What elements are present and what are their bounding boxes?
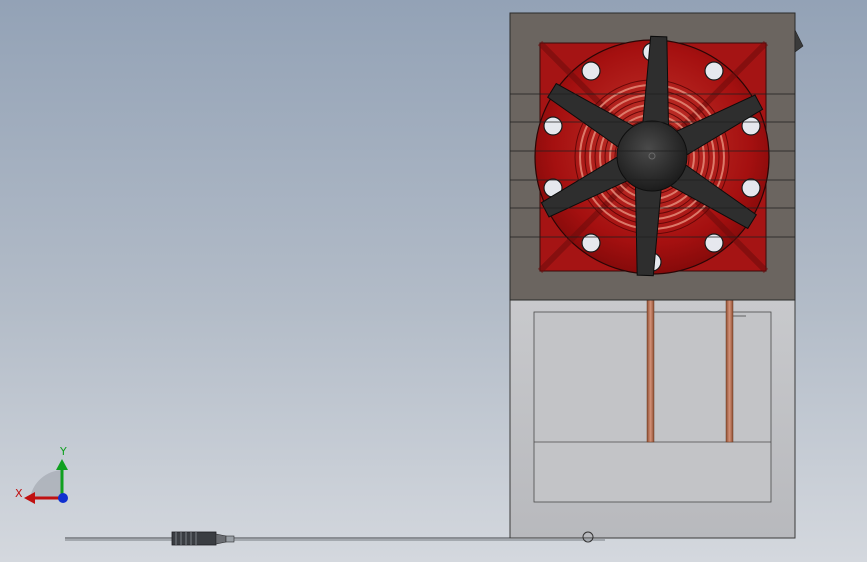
x-axis-label: X <box>15 487 23 500</box>
x-axis-arrow <box>24 492 35 504</box>
cad-viewport[interactable]: Y X <box>0 0 867 562</box>
z-axis-dot <box>58 493 68 503</box>
y-axis-arrow <box>56 459 68 470</box>
y-axis-label: Y <box>59 445 67 458</box>
cable-connector <box>171 531 235 546</box>
axis-triad[interactable]: Y X <box>15 445 68 504</box>
fan-hub <box>616 120 688 192</box>
